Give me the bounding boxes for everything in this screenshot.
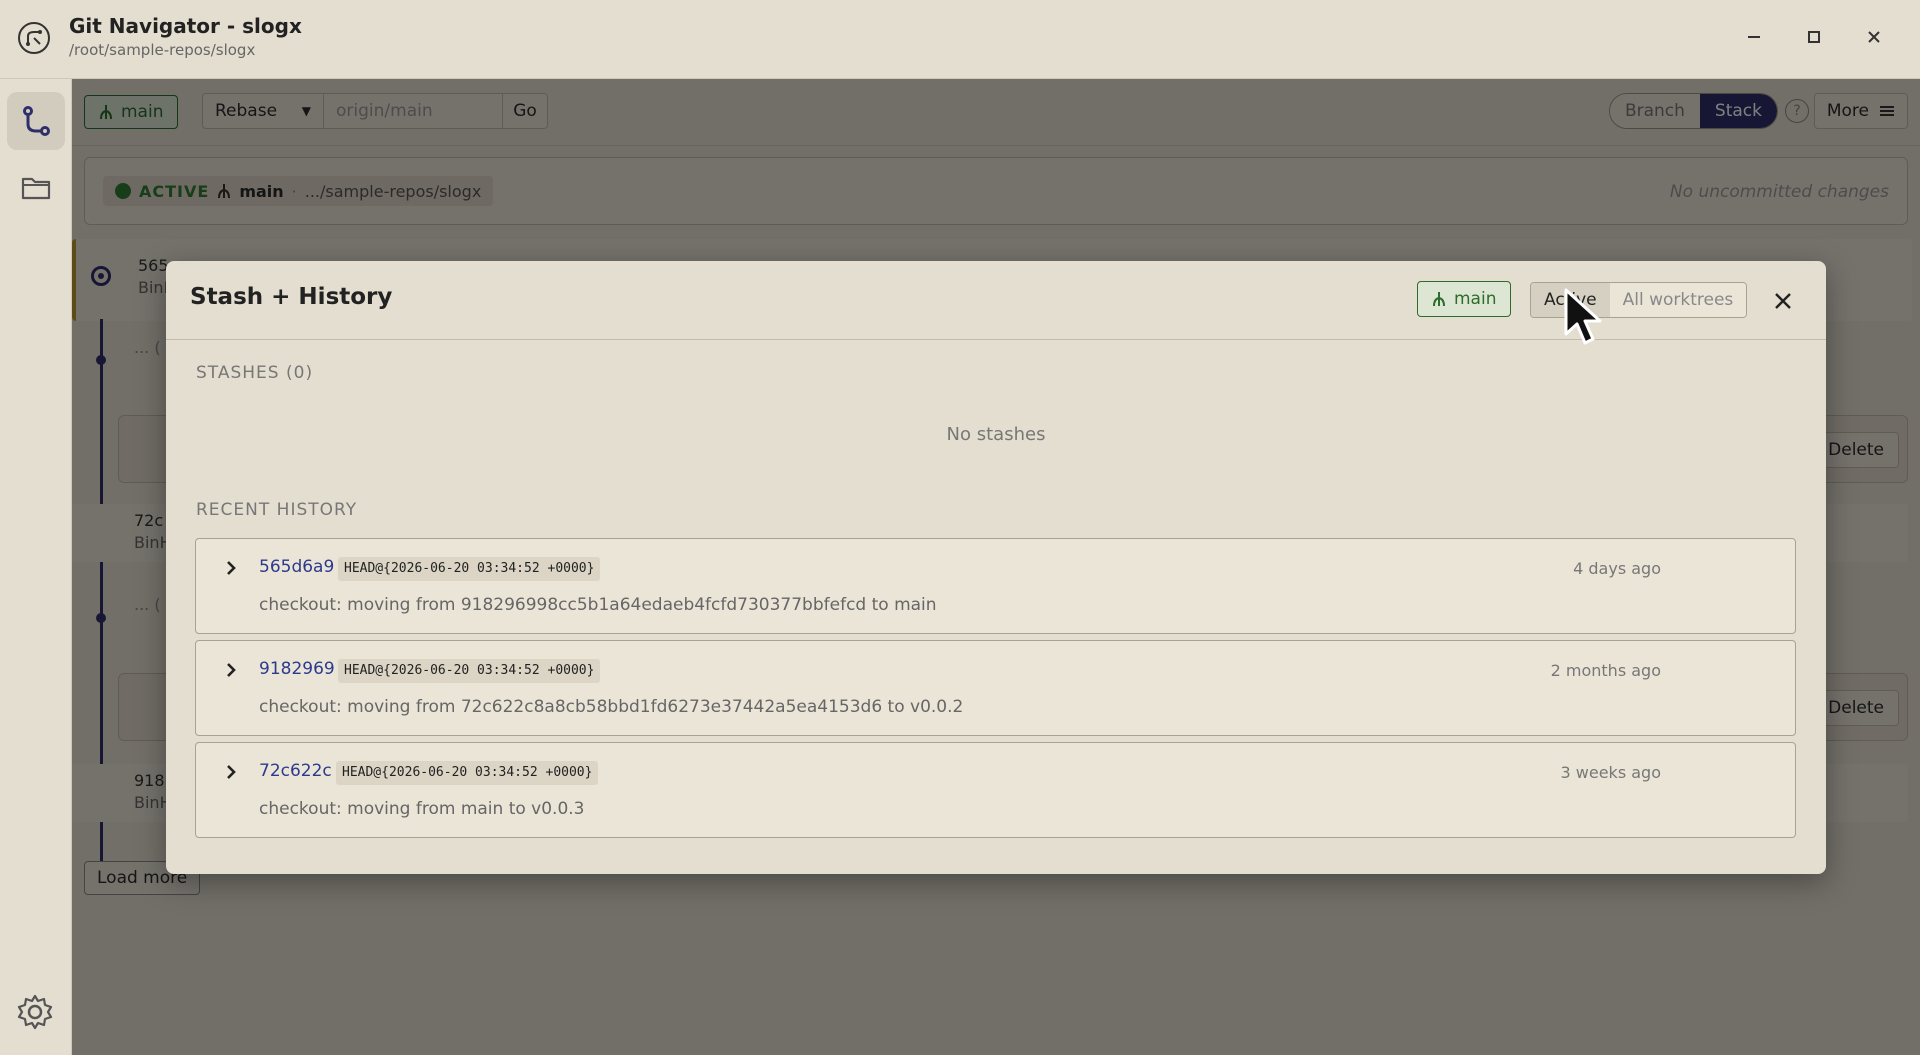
stash-history-dialog: Stash + History main Active All worktree… bbox=[166, 261, 1826, 874]
branch-icon bbox=[1433, 292, 1445, 307]
reflog-hash[interactable]: 565d6a9 bbox=[259, 557, 334, 577]
close-window-icon[interactable] bbox=[1859, 22, 1889, 52]
window-title: Git Navigator - slogx bbox=[69, 14, 302, 38]
chevron-right-icon[interactable] bbox=[222, 559, 240, 577]
no-stashes-message: No stashes bbox=[946, 424, 1046, 445]
scope-all-worktrees-button[interactable]: All worktrees bbox=[1609, 283, 1747, 317]
history-section-title: RECENT HISTORY bbox=[196, 500, 358, 520]
mouse-cursor-icon bbox=[1564, 288, 1608, 352]
git-graph-icon bbox=[23, 106, 50, 136]
gear-icon[interactable] bbox=[16, 993, 54, 1035]
history-entry[interactable]: 9182969 HEAD@{2026-06-20 03:34:52 +0000}… bbox=[195, 640, 1796, 736]
reflog-message: checkout: moving from 918296998cc5b1a64e… bbox=[259, 595, 937, 615]
title-bar: Git Navigator - slogx /root/sample-repos… bbox=[0, 0, 1920, 79]
scope-toggle: Active All worktrees bbox=[1530, 282, 1748, 318]
app-logo-icon bbox=[18, 22, 50, 54]
chevron-right-icon[interactable] bbox=[222, 661, 240, 679]
folder-icon bbox=[21, 177, 51, 200]
reflog-message: checkout: moving from main to v0.0.3 bbox=[259, 799, 585, 819]
folder-view-button[interactable] bbox=[7, 159, 65, 217]
maximize-icon[interactable] bbox=[1799, 22, 1829, 52]
reflog-ref: HEAD@{2026-06-20 03:34:52 +0000} bbox=[336, 761, 599, 785]
reflog-hash[interactable]: 72c622c bbox=[259, 761, 332, 781]
history-entry[interactable]: 565d6a9 HEAD@{2026-06-20 03:34:52 +0000}… bbox=[195, 538, 1796, 634]
reflog-message: checkout: moving from 72c622c8a8cb58bbd1… bbox=[259, 697, 964, 717]
reflog-time: 3 weeks ago bbox=[1560, 763, 1661, 782]
history-entry[interactable]: 72c622c HEAD@{2026-06-20 03:34:52 +0000}… bbox=[195, 742, 1796, 838]
dialog-branch-label: main bbox=[1454, 289, 1497, 309]
close-icon[interactable] bbox=[1769, 287, 1797, 315]
dialog-title: Stash + History bbox=[190, 284, 393, 310]
reflog-ref: HEAD@{2026-06-20 03:34:52 +0000} bbox=[338, 557, 601, 581]
repo-path: /root/sample-repos/slogx bbox=[69, 41, 256, 59]
side-rail bbox=[0, 79, 72, 1055]
reflog-ref: HEAD@{2026-06-20 03:34:52 +0000} bbox=[338, 659, 601, 683]
graph-view-button[interactable] bbox=[7, 92, 65, 150]
dialog-branch-badge: main bbox=[1417, 281, 1512, 317]
reflog-hash[interactable]: 9182969 bbox=[259, 659, 335, 679]
chevron-right-icon[interactable] bbox=[222, 763, 240, 781]
reflog-time: 4 days ago bbox=[1573, 559, 1661, 578]
stashes-section-title: STASHES (0) bbox=[196, 363, 314, 383]
minimize-icon[interactable] bbox=[1739, 22, 1769, 52]
reflog-time: 2 months ago bbox=[1550, 661, 1661, 680]
